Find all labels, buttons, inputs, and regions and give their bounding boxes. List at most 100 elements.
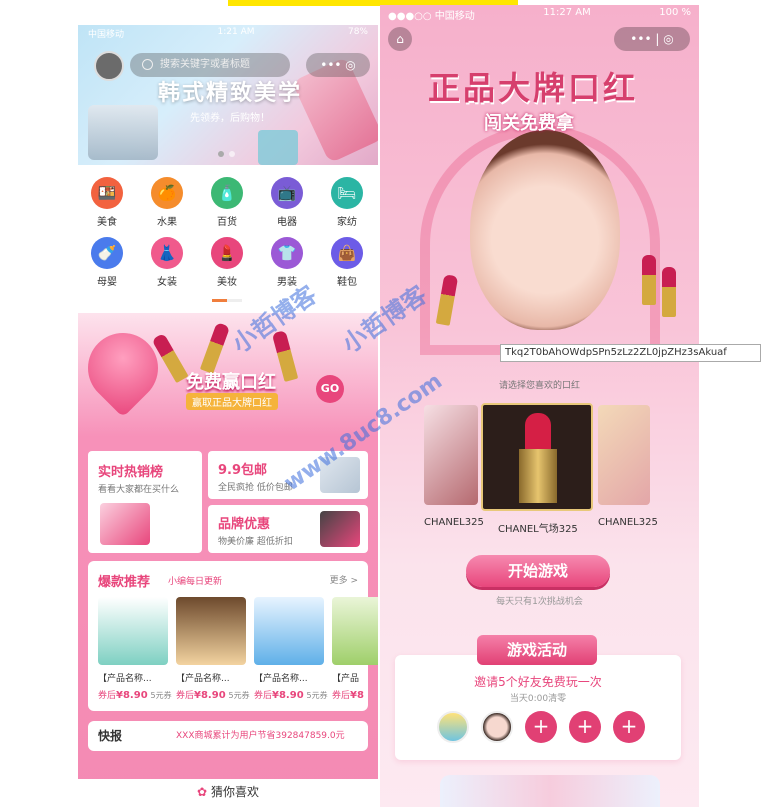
lipstick-option-right[interactable]	[598, 405, 650, 505]
lipstick-icon	[642, 255, 656, 305]
reset-note: 当天0:00清零	[509, 694, 567, 704]
hot-recommend-section: 爆款推荐 小编每日更新 更多 > 【产品名称... 券后¥8.90 5元券 【产品名…	[88, 561, 378, 711]
product-image	[98, 597, 168, 665]
activity-tab-title: 游戏活动	[477, 635, 597, 665]
product-card[interactable]: 【产品名称... 券后¥8.90 5元券	[98, 597, 172, 701]
search-input[interactable]: 搜索关键字或者标题	[130, 53, 290, 77]
product-image	[176, 597, 246, 665]
card-subtitle: 看看大家都在买什么	[98, 485, 180, 495]
mini-program-capsule[interactable]: ••• ◎	[306, 53, 370, 77]
product-image	[254, 597, 324, 665]
category-icon: 🧴	[211, 177, 243, 209]
card-title: 实时热销榜	[98, 465, 164, 480]
category-icon: 👜	[331, 237, 363, 269]
game-title: 正品大牌口红	[428, 69, 639, 107]
promo-subtitle: 赢取正品大牌口红	[186, 393, 278, 410]
category-label: 女装	[157, 277, 177, 288]
category-item[interactable]: 👗 女装	[142, 237, 192, 288]
carousel-dots	[218, 151, 235, 157]
home-icon[interactable]: ⌂	[388, 27, 412, 51]
category-label: 母婴	[97, 277, 117, 288]
add-friend-button[interactable]: +	[525, 711, 557, 743]
lipstick-game-screen: ●●●○○ 中国移动 11:27 AM 100 % ⌂ ••• | ◎ 正品大牌…	[380, 5, 699, 807]
category-item[interactable]: 👕 男装	[262, 237, 312, 288]
category-icon: 🍊	[151, 177, 183, 209]
go-button[interactable]: GO	[316, 375, 344, 403]
clock: 1:21 AM	[217, 27, 255, 37]
category-grid: 🍱 美食 🍊 水果 🧴 百货 📺 电器 🛏 家纺 🍼 母婴 👗 女装 💄 美妆 👕 男装 👜 鞋包	[78, 165, 378, 313]
product-name: 【产品名称...	[176, 674, 230, 684]
category-label: 水果	[157, 217, 177, 228]
lipstick-name: CHANEL气场325	[498, 524, 578, 535]
status-bar: 中国移动 1:21 AM 78%	[78, 25, 378, 41]
start-game-button[interactable]: 开始游戏	[466, 555, 610, 587]
free-shipping-card[interactable]: 9.9包邮 全民疯抢 低价包邮	[208, 451, 368, 499]
friend-avatar	[481, 711, 513, 743]
search-placeholder: 搜索关键字或者标题	[160, 59, 250, 70]
battery: 78%	[347, 27, 368, 37]
lipstick-option-left[interactable]	[424, 405, 478, 505]
heart-decoration	[78, 318, 173, 418]
product-price: 券后¥8.90 5元券	[254, 690, 328, 701]
category-label: 美食	[97, 217, 117, 228]
news-ticker[interactable]: 快报 XXX商城累计为用户节省392847859.0元	[88, 721, 368, 751]
section-title: 爆款推荐	[98, 575, 151, 590]
section-subtitle: 小编每日更新	[168, 577, 223, 587]
lipstick-option-selected[interactable]	[481, 403, 593, 511]
lipstick-bullet	[525, 413, 551, 451]
category-item[interactable]: 🍱 美食	[82, 177, 132, 228]
lipstick-name: CHANEL325	[598, 517, 658, 528]
lipstick-name: CHANEL325	[424, 517, 484, 528]
game-subtitle: 闯关免费拿	[484, 113, 574, 134]
add-friend-button[interactable]: +	[569, 711, 601, 743]
product-name: 【产品	[332, 674, 360, 684]
category-item[interactable]: 🍼 母婴	[82, 237, 132, 288]
category-label: 男装	[277, 277, 297, 288]
daily-limit-note: 每天只有1次挑战机会	[496, 597, 583, 607]
category-item[interactable]: 🧴 百货	[202, 177, 252, 228]
product-card[interactable]: 【产品名称... 券后¥8.90 5元券	[176, 597, 250, 701]
banner-subtitle: 先领券，后购物！	[190, 113, 270, 124]
category-icon: 📺	[271, 177, 303, 209]
category-label: 家纺	[337, 217, 357, 228]
category-icon: 🍱	[91, 177, 123, 209]
product-card[interactable]: 【产品名称... 券后¥8.90 5元券	[254, 597, 328, 701]
choose-prompt: 请选择您喜欢的口红	[498, 381, 580, 391]
product-card[interactable]: 【产品券后¥8	[332, 597, 378, 701]
product-price: 券后¥8.90 5元券	[98, 690, 172, 701]
category-label: 电器	[277, 217, 297, 228]
card-thumbnail	[320, 511, 360, 547]
hot-sales-card[interactable]: 实时热销榜 看看大家都在买什么	[88, 451, 202, 553]
category-label: 鞋包	[337, 277, 357, 288]
news-label: 快报	[98, 729, 123, 743]
lipstick-promo-banner[interactable]: 免费赢口红 赢取正品大牌口红 GO	[78, 313, 378, 443]
banner-product-image	[88, 105, 158, 160]
news-text: XXX商城累计为用户节省392847859.0元	[176, 731, 345, 741]
category-item[interactable]: 👜 鞋包	[322, 237, 372, 288]
mini-program-capsule[interactable]: ••• | ◎	[614, 27, 690, 51]
product-name: 【产品名称...	[98, 674, 152, 684]
category-item[interactable]: 🛏 家纺	[322, 177, 372, 228]
promo-area: 免费赢口红 赢取正品大牌口红 GO 实时热销榜 看看大家都在买什么 9.9包邮 …	[78, 313, 378, 807]
category-label: 百货	[217, 217, 237, 228]
more-link[interactable]: 更多 >	[330, 573, 358, 586]
category-icon: 👕	[271, 237, 303, 269]
product-name: 【产品名称...	[254, 674, 308, 684]
banner-product-image	[258, 130, 298, 165]
category-item[interactable]: 💄 美妆	[202, 237, 252, 288]
fire-icon: ✿	[197, 785, 208, 799]
activity-panel	[395, 655, 681, 760]
category-item[interactable]: 🍊 水果	[142, 177, 192, 228]
invite-text: 邀请5个好友免费玩一次	[474, 675, 602, 689]
guess-you-like-header: ✿ 猜你喜欢	[78, 779, 378, 807]
card-thumbnail	[100, 503, 150, 545]
brand-discount-card[interactable]: 品牌优惠 物美价廉 超低折扣	[208, 505, 368, 553]
lipstick-icon	[662, 267, 676, 317]
banner-carousel[interactable]: 中国移动 1:21 AM 78% 搜索关键字或者标题 ••• ◎ 韩式精致美学 …	[78, 25, 378, 165]
avatar[interactable]	[94, 51, 124, 81]
add-friend-button[interactable]: +	[613, 711, 645, 743]
product-price: 券后¥8	[332, 690, 364, 701]
bottom-decoration	[440, 775, 660, 807]
category-item[interactable]: 📺 电器	[262, 177, 312, 228]
category-icon: 👗	[151, 237, 183, 269]
